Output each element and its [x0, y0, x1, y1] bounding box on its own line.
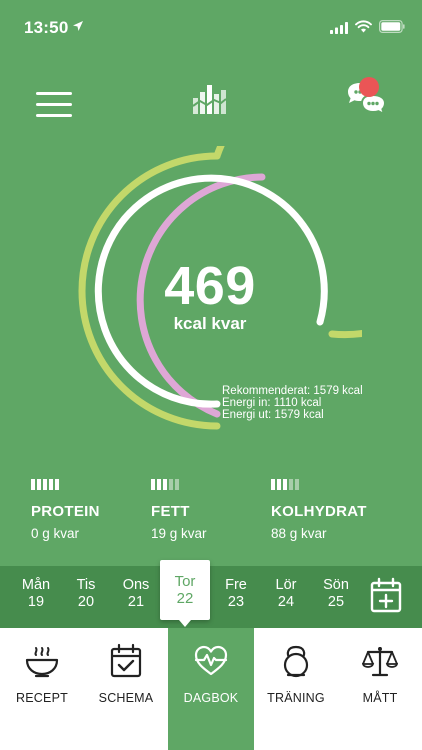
kcal-left-unit: kcal kvar [173, 314, 247, 333]
tab-label: MÅTT [362, 691, 398, 705]
day-tue[interactable]: Tis 20 [61, 577, 111, 611]
day-sun[interactable]: Sön 25 [311, 577, 361, 611]
day-date: 25 [327, 594, 345, 610]
macro-carbs[interactable]: KOLHYDRAT 88 g kvar [271, 479, 391, 541]
tab-measurements[interactable]: MÅTT [338, 628, 422, 750]
wifi-icon [355, 20, 372, 33]
macro-left: 88 g kvar [271, 526, 327, 541]
day-sat[interactable]: Lör 24 [261, 577, 311, 611]
day-name: Fre [225, 577, 247, 593]
heartbeat-icon [194, 645, 228, 676]
day-name: Ons [122, 577, 150, 593]
macro-name: FETT [151, 503, 190, 520]
day-thu-selected[interactable]: Tor 22 [160, 560, 210, 627]
legend-energy-in: Energi in: 1110 kcal [222, 397, 322, 409]
ring-legend: Rekommenderat: 1579 kcal Energi in: 1110… [222, 385, 363, 421]
tab-bar: RECEPT SCHEMA DAGBOK TRÄNING MÅTT [0, 628, 422, 750]
scale-icon [362, 647, 398, 677]
add-calendar-button[interactable] [370, 577, 402, 613]
chat-button[interactable] [344, 76, 390, 122]
macro-name: PROTEIN [31, 503, 100, 520]
day-wed[interactable]: Ons 21 [111, 577, 161, 611]
tab-schedule[interactable]: SCHEMA [84, 628, 168, 750]
day-name: Tis [76, 577, 96, 593]
macro-level-bars [271, 479, 391, 490]
day-name: Tor [174, 573, 196, 590]
day-fri[interactable]: Fre 23 [211, 577, 261, 611]
hamburger-menu-icon-line [36, 114, 72, 117]
menu-button[interactable] [36, 92, 72, 118]
hamburger-menu-icon-line [36, 103, 72, 106]
tab-training[interactable]: TRÄNING [254, 628, 338, 750]
day-name: Mån [21, 577, 51, 593]
tab-label: RECEPT [16, 691, 68, 705]
tab-diary[interactable]: DAGBOK [168, 628, 254, 750]
tab-label: SCHEMA [98, 691, 154, 705]
signal-icon [330, 22, 348, 34]
bowl-icon [25, 647, 59, 678]
calendar-add-icon [370, 577, 402, 613]
location-arrow-icon [73, 21, 83, 31]
battery-icon [379, 20, 405, 33]
tab-label: DAGBOK [183, 691, 239, 705]
status-bar: 13:50 [0, 0, 422, 52]
macro-protein[interactable]: PROTEIN 0 g kvar [31, 479, 151, 541]
day-date: 22 [176, 590, 194, 607]
week-selector: Mån 19 Tis 20 Ons 21 Fre 23 Lör 24 Sön 25 [0, 566, 422, 628]
legend-energy-out: Energi ut: 1579 kcal [222, 409, 324, 421]
hamburger-menu-icon-line [36, 92, 72, 95]
calendar-check-icon [110, 643, 142, 678]
day-name: Sön [323, 577, 349, 593]
notification-dot-icon [359, 77, 379, 97]
kcal-left-value: 469 [164, 256, 256, 316]
day-date: 21 [127, 594, 145, 610]
macro-level-bars [31, 479, 151, 490]
day-mon[interactable]: Mån 19 [11, 577, 61, 611]
status-time: 13:50 [24, 18, 69, 37]
day-date: 24 [277, 594, 295, 610]
diary-screen: 13:50 469 kcal kvar Rekommenderat: 1579 … [0, 0, 422, 750]
kettlebell-icon [283, 645, 309, 678]
macro-left: 19 g kvar [151, 526, 207, 541]
day-name: Lör [275, 577, 297, 593]
legend-recommended: Rekommenderat: 1579 kcal [222, 385, 363, 397]
selected-day-pointer [179, 620, 191, 627]
macro-left: 0 g kvar [31, 526, 80, 541]
macro-fat[interactable]: FETT 19 g kvar [151, 479, 271, 541]
macro-level-bars [151, 479, 271, 490]
app-logo-icon [192, 85, 227, 114]
tab-recipes[interactable]: RECEPT [0, 628, 84, 750]
day-date: 23 [227, 594, 245, 610]
day-date: 20 [77, 594, 95, 610]
day-date: 19 [27, 594, 45, 610]
macro-name: KOLHYDRAT [271, 503, 367, 520]
tab-label: TRÄNING [267, 691, 325, 705]
